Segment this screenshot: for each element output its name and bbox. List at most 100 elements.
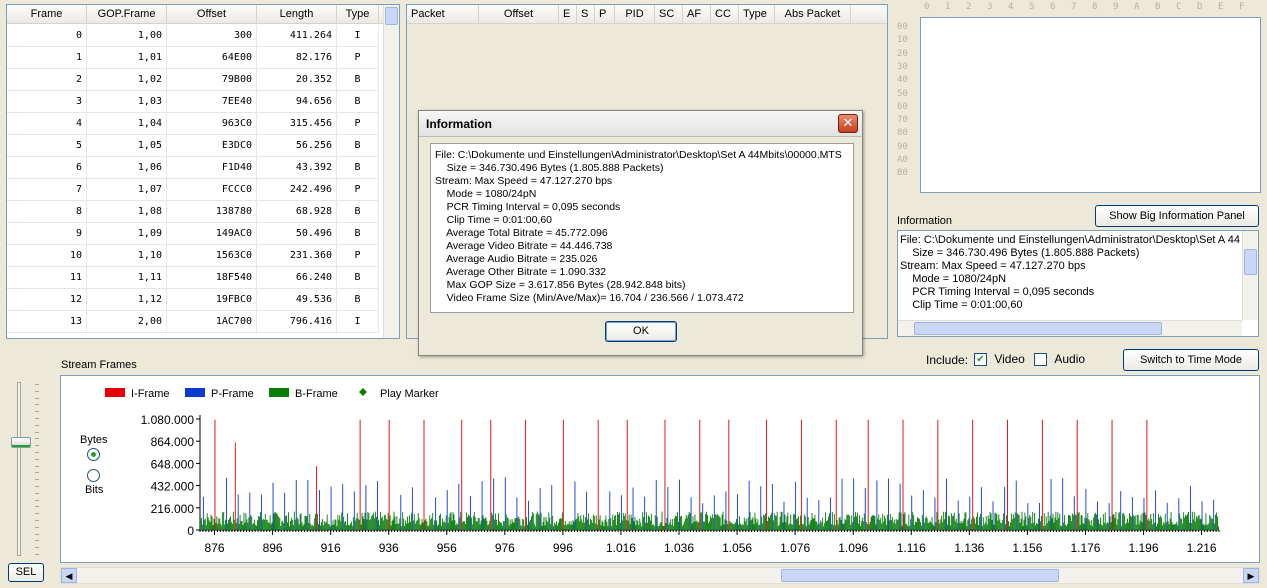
table-row[interactable]: 4 1,04 963C0 315.456 P <box>7 113 379 135</box>
info-panel-hscroll[interactable] <box>898 320 1242 336</box>
scroll-right-icon[interactable]: ▶ <box>1243 568 1259 583</box>
col-abs-packet[interactable]: Abs Packet <box>775 5 851 23</box>
b-frame-bar <box>855 511 857 530</box>
hex-view[interactable]: 0 1 2 3 4 5 6 7 8 9 A B C D E F 00 10 20 30 40 50 60 70 80 90 A0 B… <box>894 0 1262 196</box>
dialog-close-icon[interactable]: ✕ <box>838 114 858 133</box>
b-frame-bar <box>533 523 535 530</box>
slider-tick <box>35 506 39 508</box>
col-s[interactable]: S <box>577 5 595 23</box>
info-panel-text[interactable]: File: C:\Dokumente und Einstellungen\Adm… <box>897 230 1259 337</box>
p-frame-bar <box>330 486 332 530</box>
col-packet-offset[interactable]: Offset <box>479 5 559 23</box>
b-frame-bar <box>997 520 999 530</box>
zoom-slider[interactable] <box>8 380 46 558</box>
col-packet[interactable]: Packet <box>407 5 479 23</box>
p-frame-bar <box>574 481 576 530</box>
b-frame-bar <box>686 517 688 530</box>
col-type-packet[interactable]: Type <box>739 5 775 23</box>
table-row[interactable]: 5 1,05 E3DC0 56.256 B <box>7 135 379 157</box>
zoom-slider-thumb[interactable] <box>11 437 31 448</box>
b-frame-bar <box>242 525 244 530</box>
audio-check-icon[interactable] <box>1034 353 1047 367</box>
table-row[interactable]: 1 1,01 64E00 82.176 P <box>7 47 379 69</box>
table-row[interactable]: 11 1,11 18F540 66.240 B <box>7 267 379 289</box>
b-frame-bar <box>755 518 757 530</box>
col-pid[interactable]: PID <box>615 5 655 23</box>
b-frame-bar <box>1043 513 1045 530</box>
audio-checkbox[interactable]: Audio <box>1034 352 1085 367</box>
table-row[interactable]: 7 1,07 FCCC0 242.496 P <box>7 179 379 201</box>
b-frame-bar <box>752 516 754 530</box>
b-frame-bar <box>438 524 439 530</box>
col-af[interactable]: AF <box>683 5 711 23</box>
col-e[interactable]: E <box>559 5 577 23</box>
b-frame-bar <box>706 511 708 530</box>
i-frame-bar <box>525 419 527 530</box>
b-frame-bar <box>837 524 839 530</box>
table-row[interactable]: 3 1,03 7EE40 94.656 B <box>7 91 379 113</box>
col-cc[interactable]: CC <box>711 5 739 23</box>
b-frame-bar <box>875 524 877 530</box>
table-row[interactable]: 10 1,10 1563C0 231.360 P <box>7 245 379 267</box>
frames-table-scrollbar[interactable] <box>383 5 399 338</box>
b-frame-bar <box>989 512 991 530</box>
switch-time-mode-button[interactable]: Switch to Time Mode <box>1123 349 1259 371</box>
frames-bar-chart[interactable]: I-Frame P-Frame B-Frame Play Marker 1.080.00… <box>61 376 1259 562</box>
b-frame-bar <box>1130 516 1132 530</box>
table-row[interactable]: 8 1,08 138780 68.928 B <box>7 201 379 223</box>
frames-table[interactable]: Frame GOP.Frame Offset Length Type 0 1,00… <box>6 4 400 339</box>
p-frame-bar <box>435 497 437 530</box>
b-frame-bar <box>415 521 417 530</box>
video-checkbox[interactable]: ✔ Video <box>974 352 1025 367</box>
sel-button[interactable]: SEL <box>8 563 44 582</box>
col-length[interactable]: Length <box>257 5 337 23</box>
b-frame-bar <box>942 522 944 530</box>
information-dialog[interactable]: Information ✕ File: C:\Dokumente und Ein… <box>418 110 863 356</box>
b-frame-bar <box>1092 526 1094 530</box>
b-frame-bar <box>392 519 394 530</box>
b-frame-bar <box>241 521 243 530</box>
scroll-left-icon[interactable]: ◀ <box>61 568 77 583</box>
hex-data-area[interactable] <box>920 17 1261 193</box>
b-frame-bar <box>399 518 401 530</box>
table-row[interactable]: 2 1,02 79B00 20.352 B <box>7 69 379 91</box>
dialog-ok-button[interactable]: OK <box>605 321 677 342</box>
b-frame-bar <box>1028 517 1030 530</box>
b-frame-bar <box>243 512 245 530</box>
i-frame-bar <box>490 419 492 530</box>
table-row[interactable]: 0 1,00 300 411.264 I <box>7 25 379 47</box>
col-sc[interactable]: SC <box>655 5 683 23</box>
b-frame-bar <box>485 517 487 530</box>
col-gop-frame[interactable]: GOP.Frame <box>87 5 167 23</box>
col-type[interactable]: Type <box>337 5 379 23</box>
b-frame-bar <box>754 512 756 530</box>
info-vscroll-thumb[interactable] <box>1244 249 1257 275</box>
video-check-icon[interactable]: ✔ <box>974 353 987 367</box>
table-cell: 3 <box>7 91 87 113</box>
table-row[interactable]: 6 1,06 F1D40 43.392 B <box>7 157 379 179</box>
b-frame-bar <box>959 522 961 530</box>
show-big-info-button[interactable]: Show Big Information Panel <box>1095 205 1259 227</box>
table-row[interactable]: 12 1,12 19FBC0 49.536 B <box>7 289 379 311</box>
info-hscroll-thumb[interactable] <box>914 322 1162 335</box>
scrollbar-thumb[interactable] <box>385 7 398 25</box>
chart-hscroll[interactable]: ◀ ▶ <box>60 567 1260 584</box>
b-frame-bar <box>749 512 751 530</box>
x-tick-label: 1.116 <box>897 541 926 555</box>
col-frame[interactable]: Frame <box>7 5 87 23</box>
chart-hscroll-thumb[interactable] <box>781 569 1059 582</box>
b-frame-bar <box>729 520 731 530</box>
p-frame-bar <box>620 495 622 530</box>
b-frame-bar <box>606 521 608 530</box>
col-offset[interactable]: Offset <box>167 5 257 23</box>
b-frame-bar <box>765 513 767 530</box>
table-row[interactable]: 13 2,00 1AC700 796.416 I <box>7 311 379 333</box>
b-frame-bar <box>501 525 503 530</box>
table-cell: 12 <box>7 289 87 311</box>
stream-frames-chart[interactable]: Bytes Bits I-Frame P-Frame B-Frame Play Mar… <box>60 375 1260 563</box>
b-frame-bar <box>978 516 980 530</box>
info-panel-vscroll[interactable] <box>1242 231 1258 320</box>
col-p[interactable]: P <box>595 5 615 23</box>
p-frame-bar <box>1143 498 1145 530</box>
table-row[interactable]: 9 1,09 149AC0 50.496 B <box>7 223 379 245</box>
